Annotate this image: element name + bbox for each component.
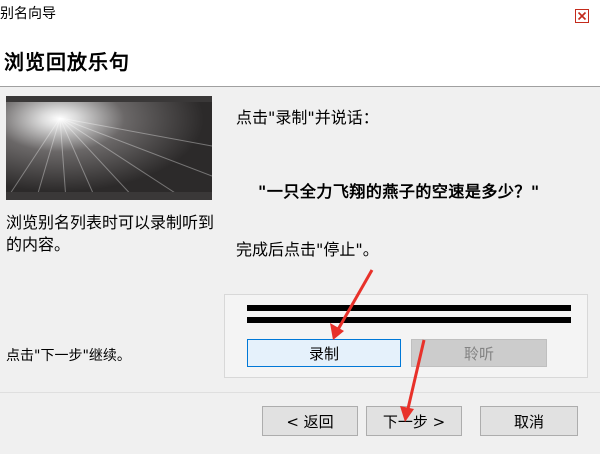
title-bar: 别名向导 xyxy=(0,0,600,32)
wizard-header: 浏览回放乐句 xyxy=(0,32,600,87)
window-title: 别名向导 xyxy=(0,6,56,22)
cancel-button[interactable]: 取消 xyxy=(480,406,578,436)
listen-button[interactable]: 聆听 xyxy=(411,339,547,367)
close-icon xyxy=(575,9,589,23)
close-button[interactable] xyxy=(564,0,600,32)
level-meter-top xyxy=(247,305,571,311)
spotlight-image xyxy=(6,96,212,200)
instruction-stop: 完成后点击"停止"。 xyxy=(236,240,379,259)
level-meter-bottom xyxy=(247,317,571,323)
description-text: 浏览别名列表时可以录制听到的内容。 xyxy=(6,213,215,254)
audio-panel: 录制 聆听 xyxy=(224,294,588,378)
footer-divider xyxy=(0,392,600,393)
continue-hint: 点击"下一步"继续。 xyxy=(6,348,131,364)
instruction-record: 点击"录制"并说话： xyxy=(236,108,379,127)
record-button[interactable]: 录制 xyxy=(247,339,401,367)
page-title: 浏览回放乐句 xyxy=(4,50,130,74)
prompt-phrase: "一只全力飞翔的燕子的空速是多少？" xyxy=(258,182,540,201)
next-button[interactable]: 下一步 > xyxy=(366,406,462,436)
back-button[interactable]: < 返回 xyxy=(262,406,358,436)
